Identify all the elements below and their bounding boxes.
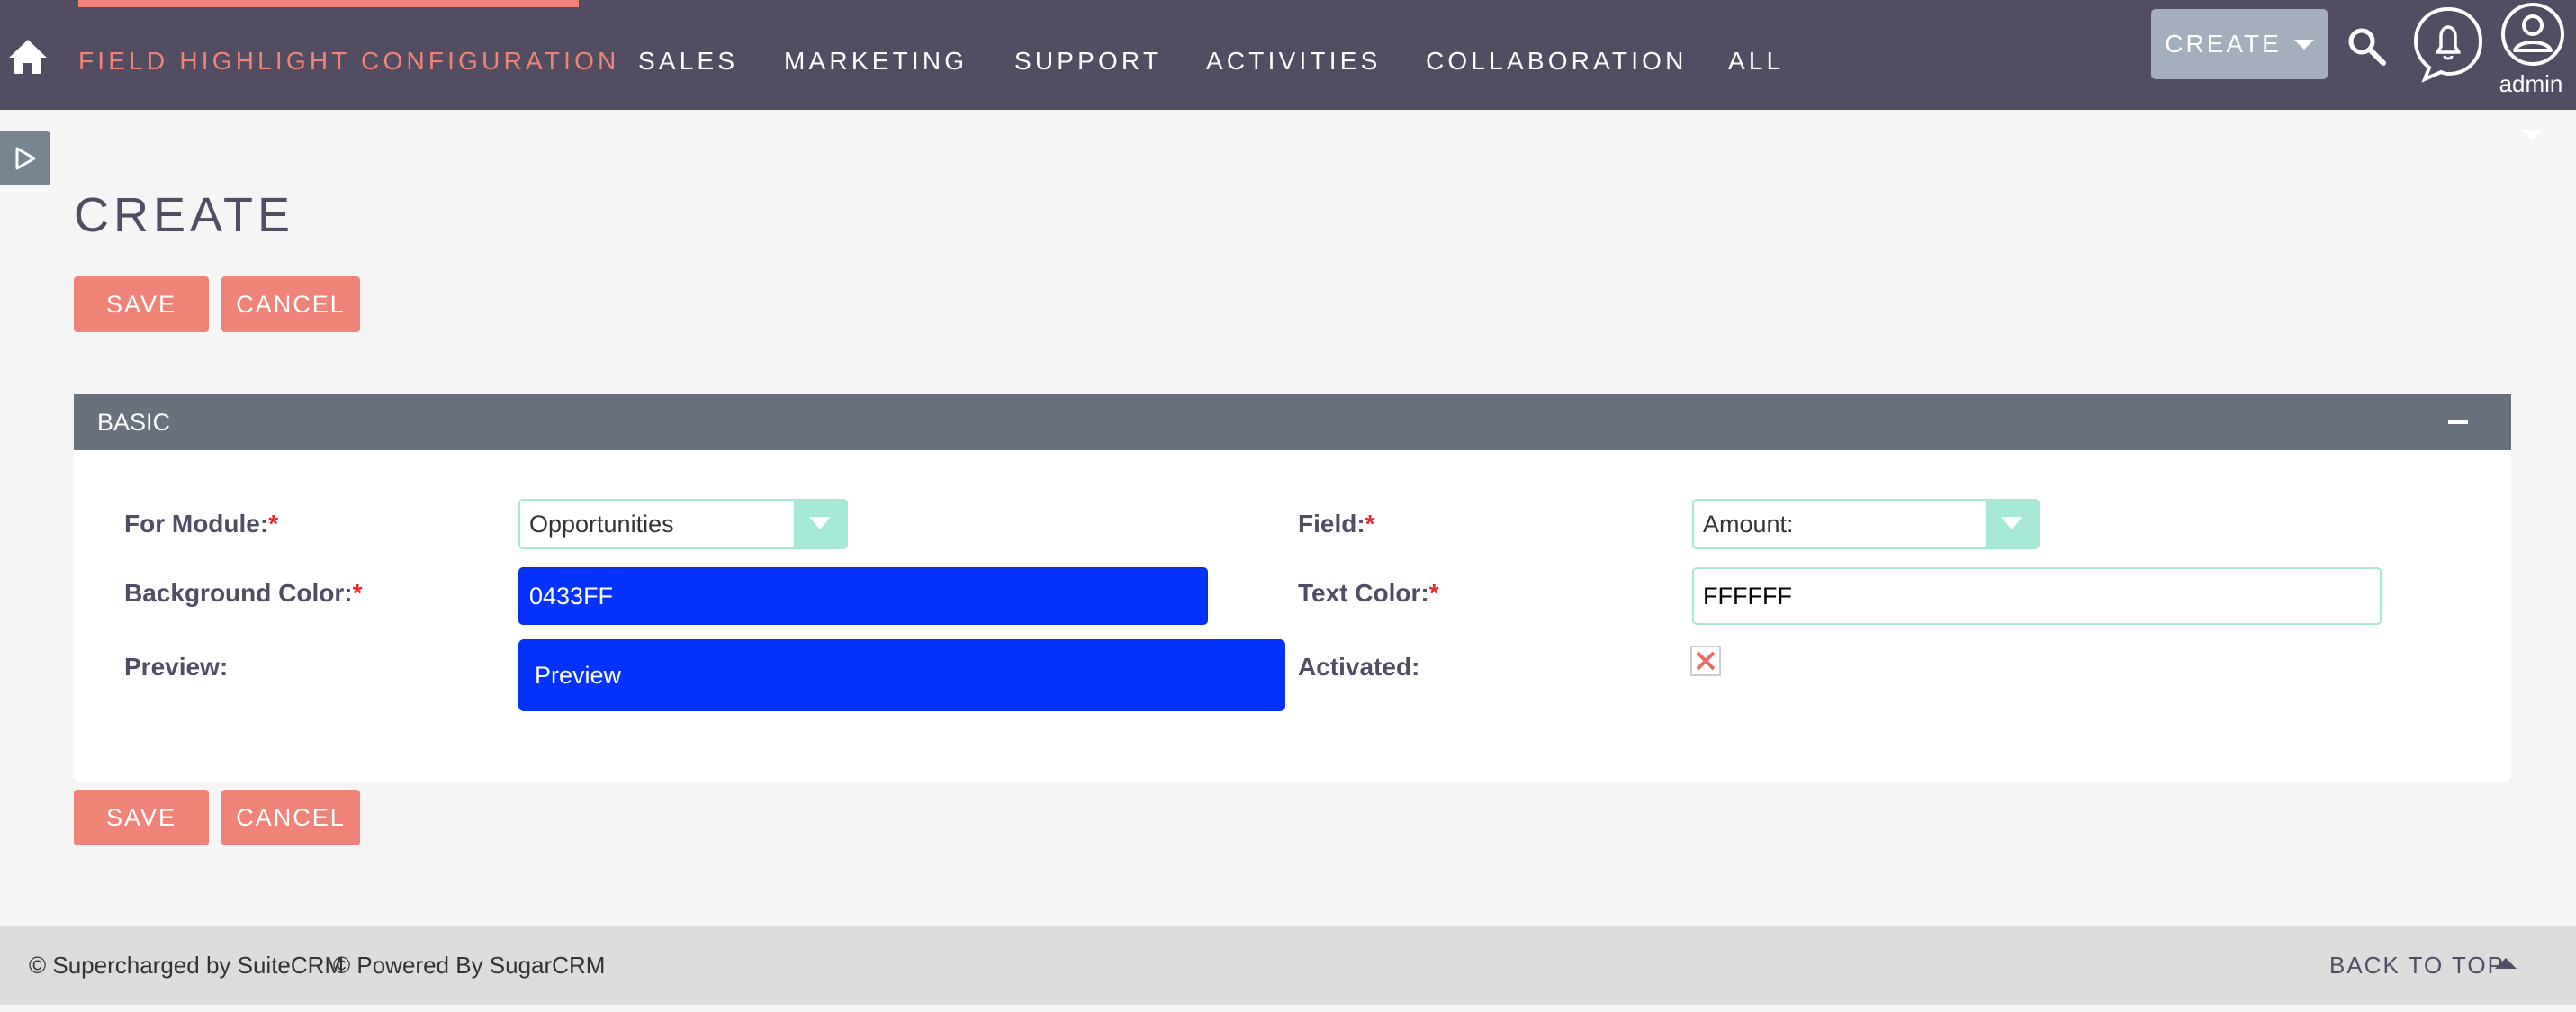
create-label: CREATE (2165, 30, 2282, 58)
nav-item-activities[interactable]: ACTIVITIES (1206, 43, 1381, 79)
field-value: Amount: (1703, 511, 1794, 538)
create-dropdown-button[interactable]: CREATE (2151, 9, 2328, 79)
active-tab-indicator (78, 0, 579, 7)
dropdown-arrow-icon (1986, 501, 2038, 547)
save-button-top[interactable]: SAVE (74, 276, 209, 332)
caret-down-icon (2293, 39, 2314, 50)
text-color-input[interactable]: FFFFFF (1692, 567, 2382, 625)
field-label: Field:* (1298, 510, 1375, 538)
preview-label: Preview: (124, 653, 229, 681)
text-color-label: Text Color:* (1298, 579, 1439, 607)
powered-by-sugarcrm-link[interactable]: © Powered By SugarCRM (333, 926, 605, 1005)
search-icon[interactable] (2346, 25, 2387, 67)
color-preview: Preview (518, 639, 1285, 711)
home-icon[interactable] (7, 36, 49, 77)
bell-icon[interactable] (2412, 5, 2484, 83)
nav-item-support[interactable]: SUPPORT (1014, 43, 1162, 79)
background-color-label: Background Color:* (124, 579, 363, 607)
panel-header-basic[interactable]: BASIC (74, 394, 2511, 450)
user-icon[interactable] (2500, 2, 2565, 67)
caret-down-icon (2520, 130, 2544, 140)
background-color-input[interactable]: 0433FF (518, 567, 1208, 625)
back-to-top-link[interactable]: BACK TO TOP (2329, 926, 2505, 1005)
field-select[interactable]: Amount: (1692, 499, 2040, 549)
supercharged-by-suitecrm-link[interactable]: © Supercharged by SuiteCRM (29, 926, 344, 1005)
dropdown-arrow-icon (794, 501, 846, 547)
cancel-button-bottom[interactable]: CANCEL (221, 790, 360, 845)
for-module-label: For Module:* (124, 510, 279, 538)
nav-item-marketing[interactable]: MARKETING (784, 43, 968, 79)
arrow-up-icon[interactable] (2495, 958, 2517, 969)
page-title: CREATE (74, 188, 295, 242)
play-icon (15, 147, 36, 170)
sidebar-toggle-button[interactable] (0, 131, 50, 185)
cancel-button-top[interactable]: CANCEL (221, 276, 360, 332)
nav-item-field-highlight-configuration[interactable]: FIELD HIGHLIGHT CONFIGURATION (78, 43, 619, 79)
activated-label: Activated: (1298, 653, 1420, 681)
user-name[interactable]: admin (2493, 70, 2569, 98)
collapse-icon[interactable] (2448, 420, 2468, 424)
nav-item-sales[interactable]: SALES (638, 43, 738, 79)
for-module-select[interactable]: Opportunities (518, 499, 848, 549)
nav-item-all[interactable]: ALL (1728, 43, 1784, 79)
unchecked-x-icon (1696, 651, 1716, 671)
nav-item-collaboration[interactable]: COLLABORATION (1426, 43, 1688, 79)
footer: © Supercharged by SuiteCRM © Powered By … (0, 926, 2576, 1005)
panel-title: BASIC (97, 409, 171, 436)
for-module-value: Opportunities (529, 511, 674, 538)
save-button-bottom[interactable]: SAVE (74, 790, 209, 845)
activated-checkbox[interactable] (1690, 646, 1721, 676)
top-navbar: FIELD HIGHLIGHT CONFIGURATION SALES MARK… (0, 0, 2576, 110)
